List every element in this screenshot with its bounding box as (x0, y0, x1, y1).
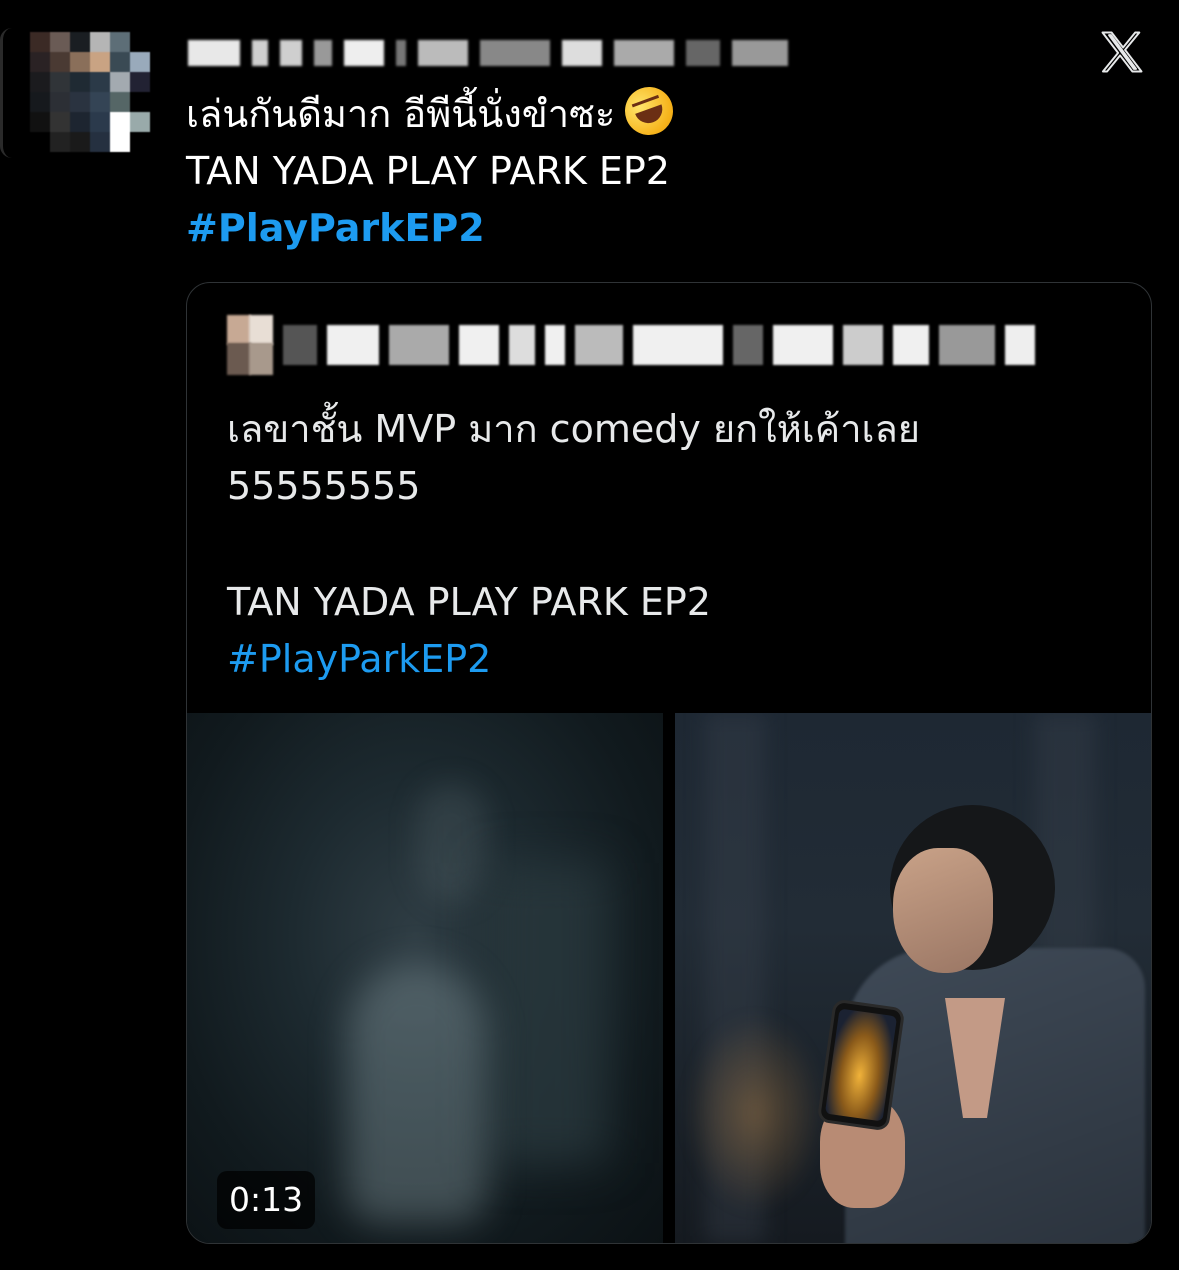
tweet-text-thai: เล่นกันดีมาก อีพีนี้นั่งขำซะ (186, 92, 616, 136)
tweet-screenshot: เล่นกันดีมาก อีพีนี้นั่งขำซะ TAN YADA PL… (0, 0, 1179, 1270)
background-glow (685, 1013, 825, 1213)
person-face (893, 848, 993, 973)
edge-decoration (0, 28, 15, 158)
tweet-text-line-2: TAN YADA PLAY PARK EP2 (186, 149, 670, 193)
quoted-text-line-1: เลขาชั้น MVP มาก comedy ยกให้เค้าเลย (227, 407, 921, 451)
video-blur-shape (417, 783, 487, 903)
author-name-redacted[interactable] (188, 34, 818, 72)
quoted-author-avatar[interactable] (227, 313, 273, 377)
quoted-hashtag-link[interactable]: #PlayParkEP2 (227, 631, 1127, 688)
quoted-text-line-2: 55555555 (227, 464, 421, 508)
quoted-text-line-3: TAN YADA PLAY PARK EP2 (227, 580, 711, 624)
x-logo-icon (1101, 31, 1143, 73)
tweet-body: เล่นกันดีมาก อีพีนี้นั่งขำซะ TAN YADA PL… (186, 80, 1086, 257)
quoted-author-redacted[interactable] (227, 313, 1107, 377)
video-thumbnail[interactable]: 0:13 (187, 713, 663, 1243)
video-shadow-shape (487, 863, 607, 1163)
quoted-text-spacer (227, 515, 1127, 574)
quoted-media-grid: 0:13 (187, 713, 1151, 1243)
author-avatar[interactable] (30, 32, 150, 152)
rolling-on-floor-laughing-emoji-icon (618, 80, 681, 142)
image-thumbnail[interactable] (675, 713, 1151, 1243)
quoted-tweet-card[interactable]: เลขาชั้น MVP มาก comedy ยกให้เค้าเลย 555… (186, 282, 1152, 1244)
tweet-text-line-1: เล่นกันดีมาก อีพีนี้นั่งขำซะ (186, 80, 1086, 143)
tweet-hashtag-link[interactable]: #PlayParkEP2 (186, 200, 1086, 257)
phone-screen (824, 1008, 898, 1122)
video-figure-shape (347, 963, 487, 1223)
quoted-tweet-body: เลขาชั้น MVP มาก comedy ยกให้เค้าเลย 555… (227, 401, 1127, 688)
video-duration-badge: 0:13 (217, 1171, 316, 1229)
